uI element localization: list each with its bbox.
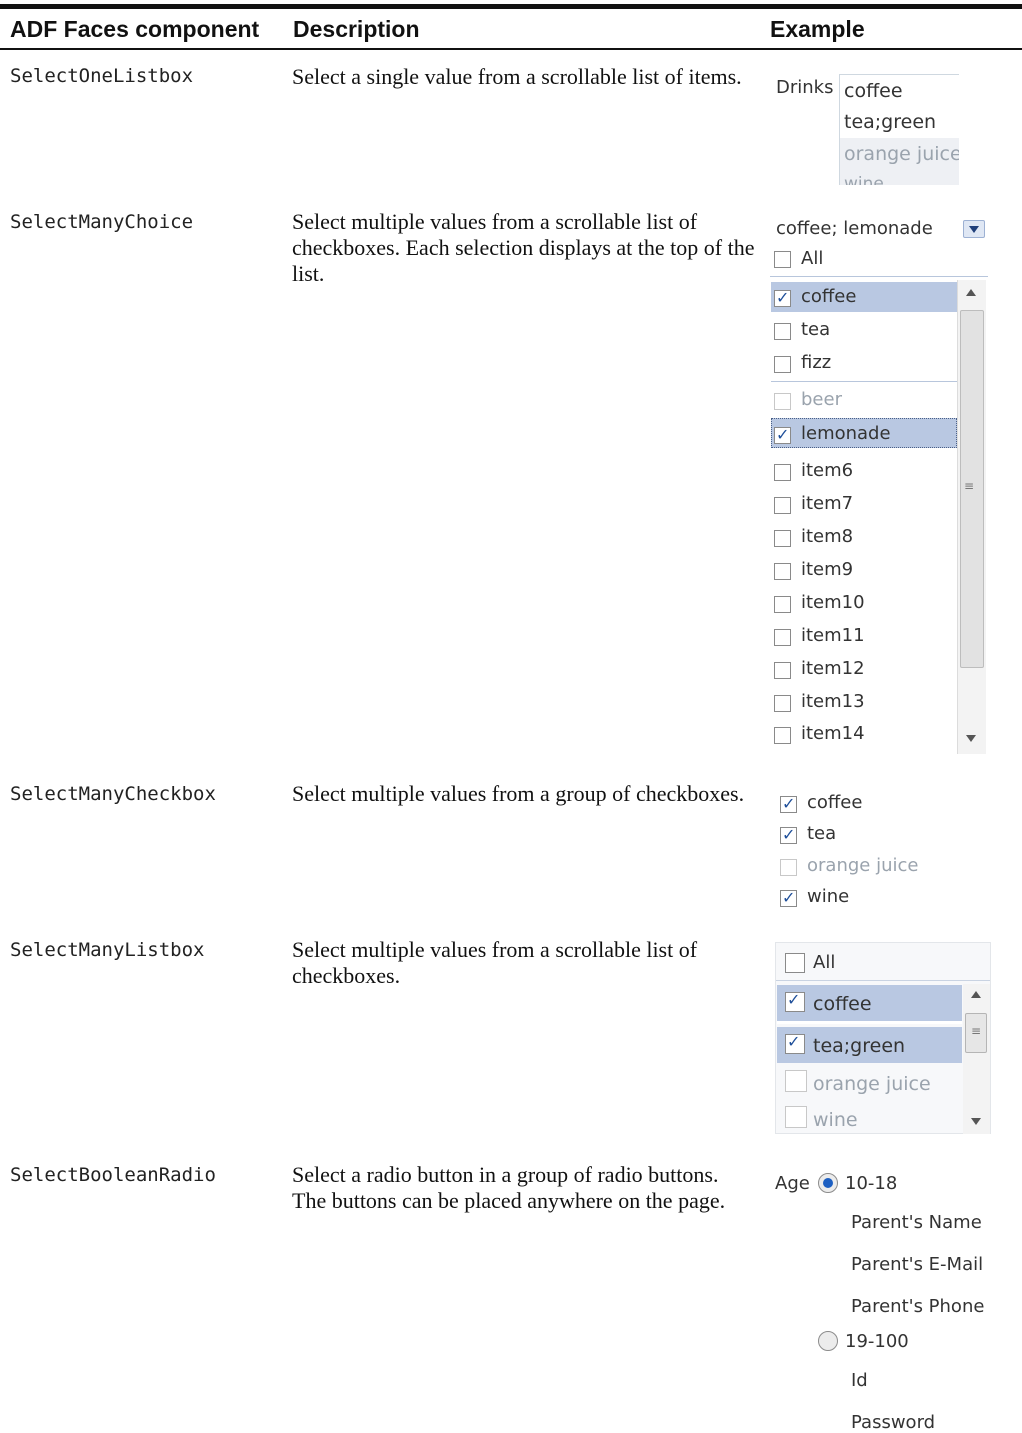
divider [776,980,990,981]
list-item: orange juice [813,1073,931,1095]
select-one-listbox[interactable]: coffee tea;green orange juice wine [839,74,959,185]
selected-row [771,282,957,312]
checkbox-icon[interactable] [774,727,791,744]
component-description: Select multiple values from a scrollable… [292,937,698,988]
field-label: Parent's E-Mail [851,1254,984,1275]
choice-value[interactable]: coffee; lemonade [776,218,933,239]
field-label: Id [851,1370,868,1391]
grip-icon: ≡ [971,1024,982,1038]
checkbox-icon[interactable] [774,393,791,410]
all-label: All [801,248,824,269]
checkbox-label: orange juice [807,855,919,876]
list-item: item7 [801,493,854,514]
radio-icon[interactable] [818,1331,838,1351]
table-top-rule [0,4,1022,9]
header-example: Example [770,16,865,42]
field-label: Parent's Name [851,1212,982,1233]
list-item: beer [801,389,842,410]
listbox-option[interactable]: coffee [844,80,903,102]
list-item: tea;green [813,1035,906,1057]
component-description: Select multiple values from a group of c… [292,781,745,806]
scroll-down-icon[interactable] [966,735,976,742]
divider [777,1021,962,1024]
checkbox-icon[interactable] [774,323,791,340]
checkbox-icon[interactable] [774,563,791,580]
checkbox-icon[interactable] [780,794,797,813]
list-item: tea [801,319,831,340]
component-description: Select a single value from a scrollable … [292,64,742,89]
scroll-down-icon[interactable] [971,1118,981,1125]
checkbox-icon[interactable] [774,497,791,514]
checkbox-icon[interactable] [774,629,791,646]
checkbox-icon[interactable] [785,1070,807,1092]
checkbox-icon[interactable] [785,1032,805,1054]
listbox-option[interactable]: orange juice [840,138,959,170]
list-item: item6 [801,460,854,481]
scrollbar[interactable] [963,984,990,1134]
radio-group-label: Age [775,1173,810,1194]
scroll-up-icon[interactable] [966,289,976,296]
header-rule [0,48,1022,50]
choice-list[interactable] [770,277,988,754]
list-item: item13 [801,691,865,712]
listbox-label: Drinks [776,77,834,98]
checkbox-icon[interactable] [785,1106,807,1128]
listbox-option[interactable]: wine [840,170,959,185]
component-name: SelectOneListbox [10,65,194,87]
divider [771,381,957,382]
checkbox-label: wine [807,886,850,907]
component-name: SelectManyListbox [10,939,205,961]
scroll-up-icon[interactable] [971,991,981,998]
checkbox-icon[interactable] [774,530,791,547]
component-name: SelectBooleanRadio [10,1164,216,1186]
checkbox-icon[interactable] [774,356,791,373]
chevron-down-icon [969,226,979,233]
checkbox-icon[interactable] [774,662,791,679]
radio-icon[interactable] [818,1173,838,1193]
list-item: item11 [801,625,865,646]
list-item: item14 [801,723,865,744]
checkbox-icon[interactable] [780,888,797,907]
list-item: item8 [801,526,854,547]
component-name: SelectManyChoice [10,211,194,233]
listbox-option[interactable]: tea;green [844,111,936,133]
checkbox-icon[interactable] [785,990,805,1012]
checkbox-icon[interactable] [774,251,791,268]
checkbox-icon[interactable] [785,953,805,973]
list-item: lemonade [801,423,891,444]
list-item: coffee [801,286,857,307]
checkbox-icon[interactable] [774,596,791,613]
header-component: ADF Faces component [10,16,260,42]
grip-icon: ≡ [964,479,975,493]
checkbox-label: tea [807,823,837,844]
list-item: fizz [801,352,832,373]
dropdown-arrow-icon[interactable] [963,220,985,238]
list-item: item12 [801,658,865,679]
component-name: SelectManyCheckbox [10,783,216,805]
radio-label: 19-100 [845,1331,909,1352]
component-description: Select a radio button in a group of radi… [292,1162,726,1213]
checkbox-icon[interactable] [774,425,791,444]
radio-label: 10-18 [845,1173,898,1194]
all-label: All [813,952,836,973]
checkbox-icon[interactable] [780,859,797,876]
checkbox-label: coffee [807,792,863,813]
checkbox-icon[interactable] [774,464,791,481]
list-item: wine [813,1109,858,1131]
component-description: Select multiple values from a scrollable… [292,209,755,286]
list-item: coffee [813,993,872,1015]
checkbox-icon[interactable] [774,288,791,307]
checkbox-icon[interactable] [774,695,791,712]
field-label: Parent's Phone [851,1296,985,1317]
field-label: Password [851,1412,936,1433]
list-item: item10 [801,592,865,613]
header-description: Description [293,16,420,42]
list-item: item9 [801,559,854,580]
checkbox-icon[interactable] [780,825,797,844]
